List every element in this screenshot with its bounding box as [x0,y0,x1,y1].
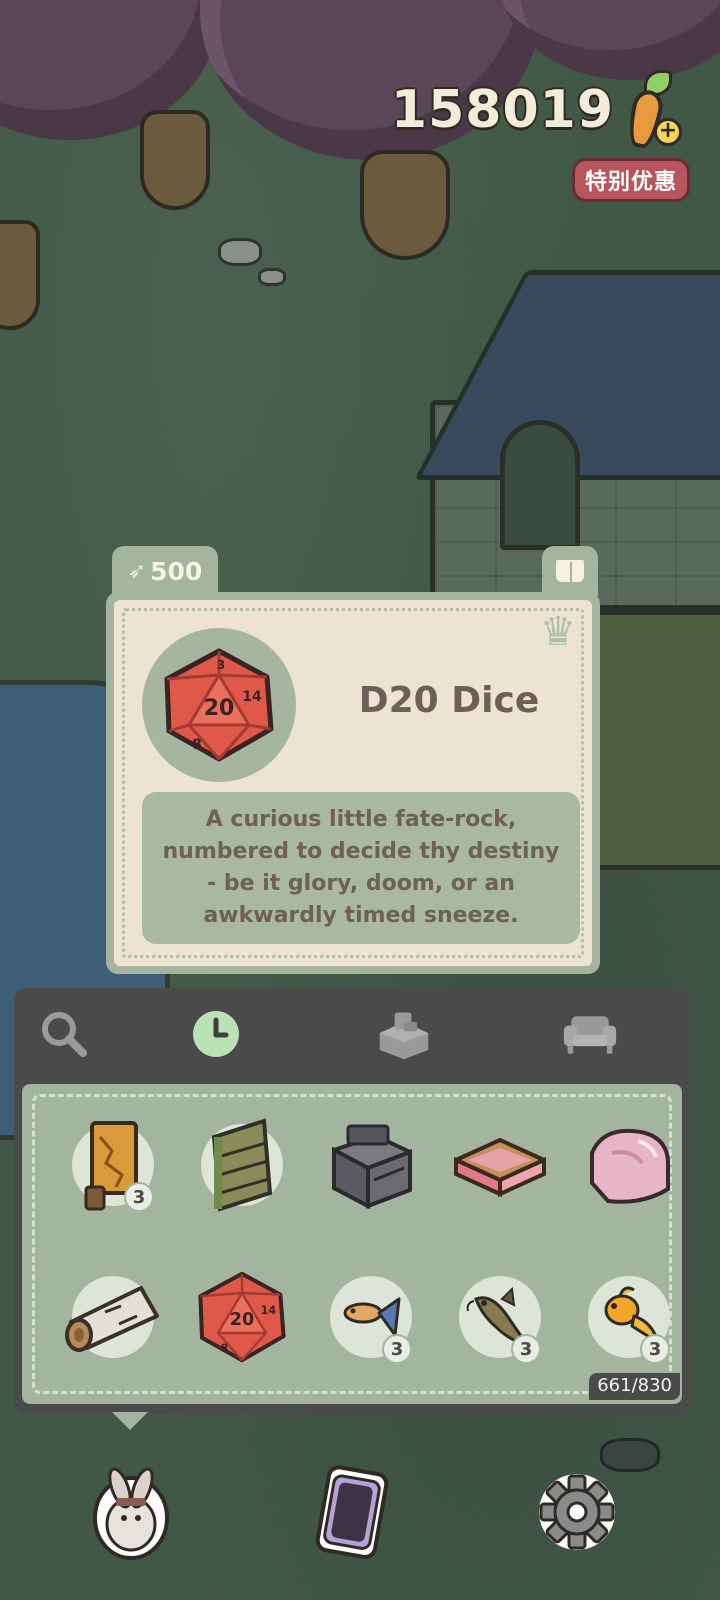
item-count: 3 [640,1334,670,1364]
tab-search[interactable] [36,1006,92,1062]
item-preview: 20 14 8 3 [142,628,296,782]
inventory-slot-guppy-fish[interactable]: 3 [316,1262,426,1372]
die-face-number: 14 [242,689,262,705]
inventory-slot-pink-rock[interactable] [574,1110,684,1220]
currency-display[interactable]: 158019 + [390,70,682,151]
item-count: 3 [124,1182,154,1212]
inventory-slot-flower-planter[interactable] [445,1110,555,1220]
appliance-icon [379,1012,429,1060]
die-face-number: 20 [230,1310,254,1330]
clock-icon [193,1011,239,1057]
crown-icon: ♛ [540,609,576,655]
book-button[interactable] [542,546,598,596]
die-face-number: 8 [192,737,202,753]
character-button[interactable] [86,1462,176,1562]
item-price: 500 [150,556,203,586]
item-price-tab: ➶ 500 [112,546,218,596]
wooden-deck [590,610,720,870]
d20-dice-icon: 20 14 8 [198,1271,286,1363]
inventory-panel: 3 20 14 8 3 3 3 661/830 [14,988,690,1414]
phone-icon [315,1465,389,1559]
inventory-slot-photocopier[interactable] [316,1110,426,1220]
d20-dice-icon: 20 14 8 3 [164,648,274,762]
flower-planter-icon [454,1138,546,1198]
rock [218,238,262,266]
inventory-slot-d20-dice[interactable]: 20 14 8 [187,1262,297,1372]
book-icon [556,560,584,582]
settings-button[interactable] [532,1462,622,1562]
phone-button[interactable] [306,1462,396,1562]
item-count: 3 [511,1334,541,1364]
tab-appliances[interactable] [376,1006,432,1062]
die-face-number: 8 [221,1342,229,1355]
photocopier-icon [332,1124,412,1210]
item-count: 3 [382,1334,412,1364]
magnifier-icon [42,1012,87,1057]
tree-trunk [0,220,40,330]
currency-amount: 158019 [390,80,614,140]
tab-furniture[interactable] [562,1006,618,1062]
inventory-slot-catfish[interactable]: 3 [445,1262,555,1372]
inventory-tabs [14,988,690,1080]
inventory-grid: 3 20 14 8 3 3 3 661/830 [22,1084,682,1404]
carrot-icon: ➶ [127,558,147,584]
inventory-slot-goldfish[interactable]: 3 [574,1262,684,1372]
rock [258,268,286,286]
item-name: D20 Dice [358,680,540,721]
inventory-slot-birch-log[interactable] [58,1262,168,1372]
tree-trunk [360,150,450,260]
birch-log-icon [65,1286,159,1352]
item-description-box: A curious little fate-rock, numbered to … [142,792,580,944]
inventory-capacity: 661/830 [589,1373,680,1400]
tab-pointer [112,1412,148,1430]
die-face-number: 20 [204,696,235,721]
house-window [500,420,580,550]
pink-rock-icon [590,1128,670,1204]
tab-recent[interactable] [188,1006,244,1062]
tree-trunk [140,110,210,210]
item-info-card: ♛ 20 14 8 3 D20 Dice A curious little fa… [106,592,600,974]
sofa-icon [563,1016,617,1054]
inventory-slot-wooden-shelf[interactable] [187,1110,297,1220]
bunny-avatar-icon [93,1467,169,1560]
item-description: A curious little fate-rock, numbered to … [162,807,560,928]
die-face-number: 3 [217,658,225,672]
inventory-slot-ornate-screen[interactable]: 3 [58,1110,168,1220]
special-offer-button[interactable]: 特别优惠 [571,158,690,202]
wooden-shelf-icon [211,1118,273,1212]
carrot-plus-icon[interactable]: + [620,70,682,151]
die-face-number: 14 [261,1304,277,1317]
settings-gear-icon [539,1474,615,1550]
